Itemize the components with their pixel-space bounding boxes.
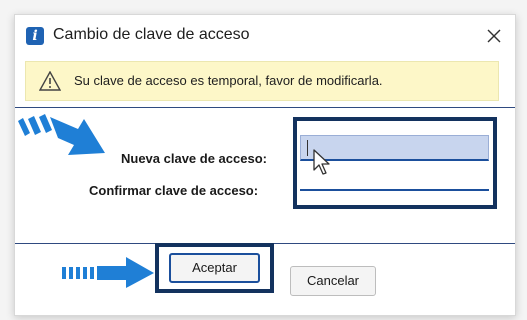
accept-button-highlight: Aceptar <box>155 243 274 293</box>
dialog-title: Cambio de clave de acceso <box>53 26 250 43</box>
confirm-password-label: Confirmar clave de acceso: <box>89 183 259 198</box>
new-password-label: Nueva clave de acceso: <box>121 151 267 166</box>
accept-button[interactable]: Aceptar <box>169 253 260 283</box>
text-caret <box>307 140 308 156</box>
cancel-button[interactable]: Cancelar <box>290 266 376 296</box>
app-info-icon: i <box>26 27 44 45</box>
close-icon <box>487 29 501 43</box>
warning-message: Su clave de acceso es temporal, favor de… <box>74 73 383 88</box>
pointer-arrow-icon <box>18 114 105 155</box>
warning-triangle-icon <box>39 71 61 91</box>
dialog-titlebar: i Cambio de clave de acceso <box>15 15 515 59</box>
close-button[interactable] <box>479 21 509 51</box>
mouse-pointer-icon <box>313 149 330 175</box>
pointer-arrow-icon <box>62 257 154 288</box>
